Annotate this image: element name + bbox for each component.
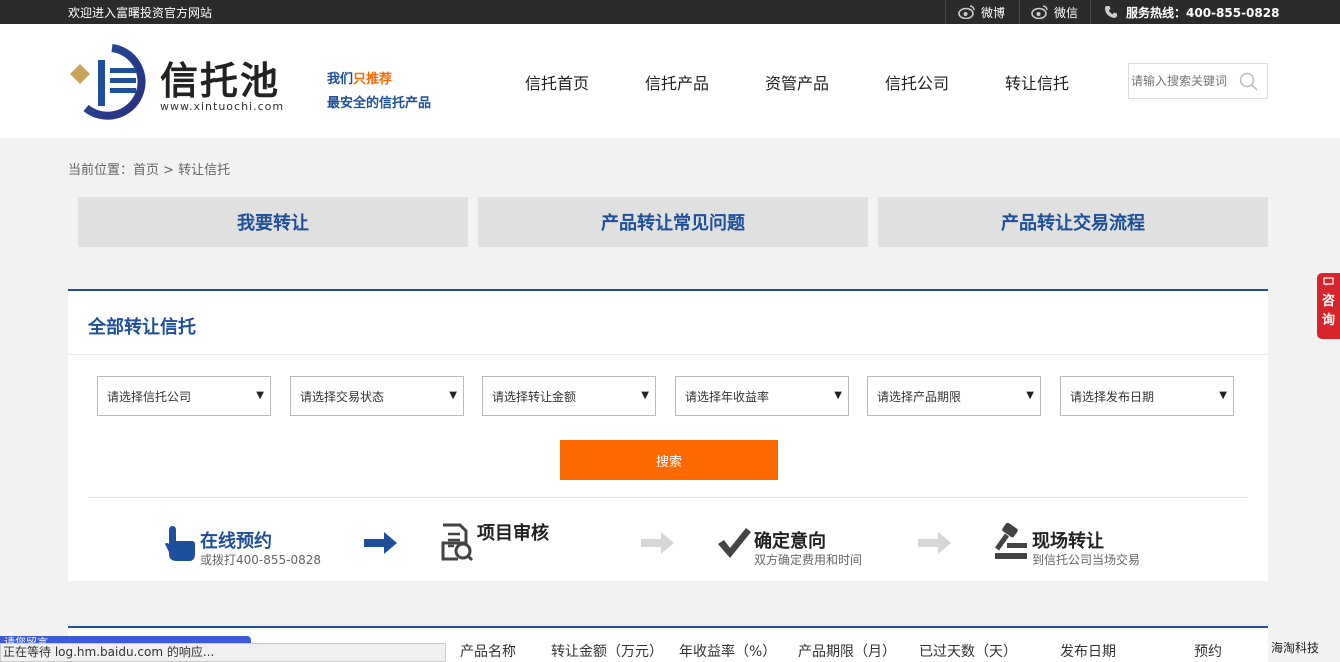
filter-panel: 全部转让信托 请选择信托公司 ▼ 请选择交易状态 ▼ 请选择转让金额 ▼ 请选择年收益… <box>68 289 1268 581</box>
weibo-link[interactable]: 微博 <box>958 0 1005 24</box>
select-publish-date[interactable]: 请选择发布日期 ▼ <box>1060 376 1234 416</box>
select-label: 请选择交易状态 <box>300 389 385 404</box>
hand-pointer-icon <box>165 526 195 561</box>
weibo-label: 微博 <box>981 5 1006 20</box>
logo[interactable]: 信托池 www.xintuochi.com <box>68 42 298 122</box>
tab-transfer-process[interactable]: 产品转让交易流程 <box>878 197 1268 247</box>
checkmark-icon <box>718 528 751 558</box>
weixin-link[interactable]: 微信 <box>1031 0 1078 24</box>
corner-watermark: 海淘科技 <box>1271 641 1320 655</box>
hotline-text: 服务热线：400-855-0828 <box>1126 5 1280 20</box>
gavel-icon <box>994 523 1027 559</box>
dropdown-arrow-icon: ▼ <box>641 390 649 401</box>
col-publish-date: 发布日期 <box>1060 644 1116 660</box>
consult-char-1: 咨 <box>1321 294 1335 309</box>
select-annual-yield[interactable]: 请选择年收益率 ▼ <box>675 376 849 416</box>
logo-name: 信托池 <box>160 58 281 103</box>
step-title: 在线预约 <box>200 531 272 552</box>
select-label: 请选择发布日期 <box>1070 389 1155 404</box>
chat-icon <box>1323 277 1334 286</box>
divider <box>945 0 946 24</box>
step-subtitle: 双方确定费用和时间 <box>754 553 863 567</box>
document-review-icon <box>441 523 474 561</box>
select-product-term[interactable]: 请选择产品期限 ▼ <box>867 376 1041 416</box>
select-label: 请选择年收益率 <box>685 389 770 404</box>
select-label: 请选择转让金额 <box>492 389 577 404</box>
consult-float-button[interactable]: 咨 询 <box>1317 273 1340 339</box>
select-label: 请选择产品期限 <box>877 389 962 404</box>
nav-asset-products[interactable]: 资管产品 <box>765 70 829 94</box>
hotline: 服务热线：400-855-0828 <box>1104 0 1279 24</box>
slogan-prefix: 我们 <box>327 72 354 87</box>
dropdown-arrow-icon: ▼ <box>834 390 842 401</box>
arrow-right-icon <box>364 532 397 554</box>
col-product-term: 产品期限（月） <box>798 644 896 660</box>
col-booking: 预约 <box>1194 644 1222 660</box>
tab-transfer-request[interactable]: 我要转让 <box>78 197 468 247</box>
step-subtitle: 到信托公司当场交易 <box>1032 553 1141 567</box>
col-transfer-amount: 转让金额（万元） <box>551 644 663 660</box>
top-bar: 欢迎进入富曙投资官方网站 微博 微信 服务热线：400-855-0828 <box>0 0 1340 24</box>
welcome-text: 欢迎进入富曙投资官方网站 <box>68 6 213 20</box>
col-days-elapsed: 已过天数（天） <box>919 644 1017 660</box>
nav-transfer[interactable]: 转让信托 <box>1005 70 1069 94</box>
search-box <box>1128 63 1268 99</box>
slogan-highlight: 只推荐 <box>353 72 393 87</box>
phone-icon <box>1105 6 1117 18</box>
weibo-icon <box>958 5 975 19</box>
breadcrumb: 当前位置：首页 > 转让信托 <box>68 163 231 178</box>
select-trade-status[interactable]: 请选择交易状态 ▼ <box>290 376 464 416</box>
divider <box>88 497 1248 498</box>
step-subtitle: 或拨打400-855-0828 <box>200 553 322 567</box>
search-button[interactable]: 搜索 <box>560 440 778 480</box>
divider <box>1019 0 1020 24</box>
nav-trust-companies[interactable]: 信托公司 <box>885 70 949 94</box>
search-icon[interactable] <box>1239 72 1259 92</box>
divider <box>1090 0 1091 24</box>
select-label: 请选择信托公司 <box>107 389 192 404</box>
consult-char-2: 询 <box>1321 313 1335 328</box>
arrow-right-icon <box>641 532 674 554</box>
search-input[interactable] <box>1129 64 1237 98</box>
panel-title: 全部转让信托 <box>88 317 196 338</box>
slogan-line-2: 最安全的信托产品 <box>327 96 432 111</box>
dropdown-arrow-icon: ▼ <box>1026 390 1034 401</box>
select-transfer-amount[interactable]: 请选择转让金额 ▼ <box>482 376 656 416</box>
slogan-line-1: 我们只推荐 <box>327 68 392 87</box>
dropdown-arrow-icon: ▼ <box>256 390 264 401</box>
col-product-name: 产品名称 <box>460 644 516 660</box>
dropdown-arrow-icon: ▼ <box>449 390 457 401</box>
arrow-right-icon <box>918 532 951 554</box>
logo-icon <box>70 44 146 120</box>
tab-transfer-faq[interactable]: 产品转让常见问题 <box>478 197 868 247</box>
logo-url: www.xintuochi.com <box>160 100 285 113</box>
col-annual-yield: 年收益率（%） <box>679 644 777 660</box>
step-title: 确定意向 <box>754 531 826 552</box>
dropdown-arrow-icon: ▼ <box>1219 390 1227 401</box>
step-title: 现场转让 <box>1032 531 1104 552</box>
weixin-label: 微信 <box>1054 5 1079 20</box>
select-trust-company[interactable]: 请选择信托公司 ▼ <box>97 376 271 416</box>
divider <box>68 354 1268 355</box>
nav-trust-products[interactable]: 信托产品 <box>645 70 709 94</box>
header: 信托池 www.xintuochi.com 我们只推荐 最安全的信托产品 信托首… <box>0 24 1340 138</box>
nav-home[interactable]: 信托首页 <box>525 70 589 94</box>
step-title: 项目审核 <box>477 523 549 544</box>
browser-status-bar: 正在等待 log.hm.baidu.com 的响应... <box>0 643 446 662</box>
weixin-icon <box>1031 5 1048 19</box>
